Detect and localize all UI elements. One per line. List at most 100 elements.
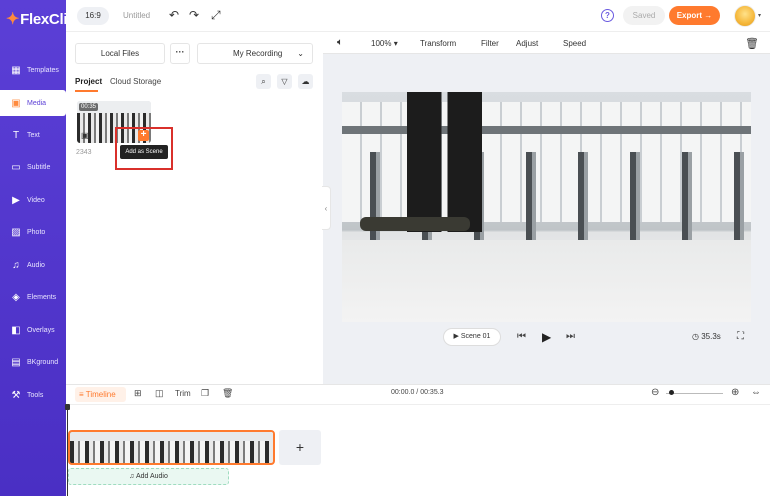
fullscreen-expand-icon[interactable]: ⤢ bbox=[211, 8, 221, 23]
elements-icon: ◈ bbox=[12, 291, 20, 303]
play-icon[interactable]: ▶ bbox=[542, 330, 551, 344]
media-panel: Local Files ··· My Recording ⌄ Project Cl… bbox=[66, 32, 322, 384]
add-scene-button[interactable]: + bbox=[279, 430, 321, 465]
duplicate-icon[interactable]: ❐ bbox=[201, 388, 209, 399]
fit-timeline-icon[interactable]: ⇔ bbox=[751, 387, 761, 398]
video-icon: ▶ bbox=[12, 194, 20, 206]
zoom-slider-handle[interactable] bbox=[669, 390, 674, 395]
filter-icon[interactable]: ▽ bbox=[277, 74, 292, 89]
video-floor bbox=[342, 240, 751, 322]
chevron-down-icon: ⌄ bbox=[297, 49, 304, 58]
timeline-time: 00:00.0 / 00:35.3 bbox=[391, 389, 444, 396]
avatar[interactable] bbox=[734, 5, 756, 27]
sidebar-item-label: Subtitle bbox=[27, 163, 51, 171]
collapse-panel-handle[interactable]: ‹ bbox=[322, 186, 331, 230]
more-options-button[interactable]: ··· bbox=[170, 43, 190, 64]
adjust-button[interactable]: Adjust bbox=[516, 39, 538, 48]
tab-cloud-storage[interactable]: Cloud Storage bbox=[110, 77, 161, 86]
split-icon[interactable]: ◫ bbox=[155, 388, 164, 399]
redo-icon[interactable]: ↷ bbox=[189, 8, 199, 22]
sidebar-item-text[interactable]: T Text bbox=[0, 122, 66, 148]
sidebar-item-label: Media bbox=[27, 99, 47, 107]
audio-icon: ♫ bbox=[12, 259, 20, 271]
sidebar-item-label: Video bbox=[27, 196, 45, 204]
video-preview[interactable] bbox=[342, 92, 751, 322]
duration-value: 35.3s bbox=[701, 332, 721, 341]
speed-button[interactable]: Speed bbox=[563, 39, 586, 48]
help-icon[interactable]: ? bbox=[601, 9, 614, 22]
media-item-name: 2343 bbox=[76, 149, 92, 156]
zoom-in-icon[interactable]: ⊕ bbox=[731, 387, 739, 398]
overlays-icon: ◧ bbox=[11, 324, 21, 336]
sidebar-item-label: Photo bbox=[27, 228, 46, 236]
sidebar-item-label: Audio bbox=[27, 261, 45, 269]
tools-icon: ⚒ bbox=[11, 389, 21, 401]
logo-mark-icon: ✦ bbox=[6, 11, 20, 28]
search-icon[interactable]: ⌕ bbox=[256, 74, 271, 89]
video-band bbox=[342, 126, 751, 134]
sidebar-item-label: BKground bbox=[27, 358, 59, 366]
project-name[interactable]: Untitled bbox=[123, 11, 150, 20]
tab-project[interactable]: Project bbox=[75, 77, 102, 86]
undo-icon[interactable]: ↶ bbox=[169, 8, 179, 22]
background-icon: ▤ bbox=[11, 356, 21, 368]
sidebar-item-audio[interactable]: ♫ Audio bbox=[0, 252, 66, 278]
filter-button[interactable]: Filter bbox=[481, 39, 499, 48]
templates-icon: ▦ bbox=[11, 64, 21, 76]
video-skateboard bbox=[360, 217, 470, 231]
sidebar-item-subtitle[interactable]: ▭ Subtitle bbox=[0, 154, 66, 180]
add-icon[interactable]: ⊞ bbox=[134, 388, 142, 399]
zoom-out-icon[interactable]: ⊖ bbox=[651, 387, 659, 398]
sidebar-item-label: Text bbox=[27, 131, 40, 139]
delete-icon[interactable]: 🗑︎ bbox=[745, 37, 759, 50]
zoom-slider[interactable] bbox=[666, 393, 723, 394]
sidebar-item-label: Templates bbox=[27, 66, 59, 74]
sidebar-item-media[interactable]: ▣ Media bbox=[0, 90, 66, 116]
trim-button[interactable]: Trim bbox=[175, 389, 191, 398]
video-figure bbox=[407, 92, 482, 232]
cloud-icon[interactable]: ☁ bbox=[298, 74, 313, 89]
image-type-icon: ▣ bbox=[81, 131, 89, 140]
sidebar-item-photo[interactable]: ▨ Photo bbox=[0, 219, 66, 245]
sidebar-item-bkground[interactable]: ▤ BKground bbox=[0, 349, 66, 375]
aspect-ratio-button[interactable]: 16:9 bbox=[77, 7, 109, 25]
active-tab-indicator bbox=[75, 90, 98, 92]
timeline-clip[interactable] bbox=[68, 430, 275, 465]
sidebar-item-tools[interactable]: ⚒ Tools bbox=[0, 382, 66, 408]
add-audio-button[interactable]: ♫ Add Audio bbox=[68, 468, 229, 485]
sidebar-item-overlays[interactable]: ◧ Overlays bbox=[0, 317, 66, 343]
top-bar: 16:9 Untitled ↶ ↷ ⤢ ? Saved Export → ▾ bbox=[66, 0, 770, 32]
scene-label: Scene 01 bbox=[460, 333, 491, 340]
next-icon[interactable]: ⏭︎ bbox=[566, 331, 575, 342]
add-audio-label: Add Audio bbox=[135, 473, 168, 480]
sidebar-item-label: Overlays bbox=[27, 326, 55, 334]
preview-toolbar: 🔈︎ 100% ▾ Transform Filter Adjust Speed … bbox=[323, 32, 770, 54]
zoom-value: 100% bbox=[371, 39, 392, 48]
sidebar-item-video[interactable]: ▶ Video bbox=[0, 187, 66, 213]
sidebar-item-label: Tools bbox=[27, 391, 44, 399]
media-icon: ▣ bbox=[11, 97, 21, 109]
previous-icon[interactable]: ⏮︎ bbox=[517, 331, 526, 342]
duration-display: ◷ 35.3s bbox=[692, 332, 721, 341]
photo-icon: ▨ bbox=[11, 226, 21, 238]
chevron-down-icon[interactable]: ▾ bbox=[758, 12, 761, 19]
timeline-button[interactable]: ≡ Timeline bbox=[75, 387, 126, 402]
scene-indicator[interactable]: ▶ Scene 01 bbox=[443, 328, 501, 346]
fullscreen-icon[interactable]: ⛶ bbox=[737, 331, 744, 342]
select-value: My Recording bbox=[233, 49, 283, 58]
my-recording-select[interactable]: My Recording ⌄ bbox=[197, 43, 313, 64]
sidebar-item-templates[interactable]: ▦ Templates bbox=[0, 57, 66, 83]
duration-badge: 00:35 bbox=[79, 103, 99, 111]
export-button[interactable]: Export → bbox=[669, 6, 720, 25]
subtitle-icon: ▭ bbox=[11, 161, 21, 173]
text-icon: T bbox=[12, 129, 20, 141]
zoom-select[interactable]: 100% ▾ bbox=[371, 39, 398, 48]
local-files-button[interactable]: Local Files bbox=[75, 43, 165, 64]
volume-icon[interactable]: 🔈︎ bbox=[337, 37, 343, 48]
delete-icon[interactable]: 🗑︎ bbox=[222, 388, 233, 399]
transform-button[interactable]: Transform bbox=[420, 39, 456, 48]
timeline-label: Timeline bbox=[85, 390, 116, 399]
add-as-scene-button[interactable]: + bbox=[138, 130, 149, 141]
tooltip: Add as Scene bbox=[120, 145, 168, 159]
sidebar-item-elements[interactable]: ◈ Elements bbox=[0, 284, 66, 310]
